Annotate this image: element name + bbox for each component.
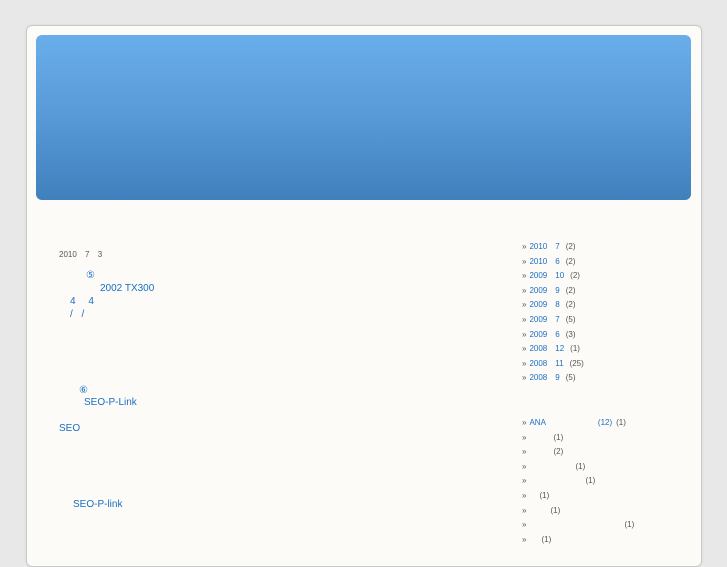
archive-item[interactable]: » 2010 7 (2) xyxy=(522,242,575,251)
archive-month[interactable]: 11 xyxy=(555,359,563,368)
archive-item[interactable]: » 2008 12 (1) xyxy=(522,344,580,353)
archive-item[interactable]: » 2009 7 (5) xyxy=(522,315,575,324)
category-label[interactable]: ANA xyxy=(529,418,545,427)
bullet-icon: » xyxy=(522,520,527,530)
archive-month[interactable]: 9 xyxy=(555,373,559,382)
category-count: (1) xyxy=(541,534,552,544)
archive-year[interactable]: 2008 xyxy=(529,359,547,368)
archive-year[interactable]: 2009 xyxy=(529,286,547,295)
post-date: 2010 7 3 xyxy=(59,250,103,259)
bullet-icon: » xyxy=(522,329,527,339)
archive-count: (5) xyxy=(565,373,576,383)
archive-count: (2) xyxy=(565,242,576,251)
bullet-icon: » xyxy=(522,373,527,383)
bullet-icon: » xyxy=(522,461,527,471)
category-count: (1) xyxy=(624,520,635,530)
bullet-icon: » xyxy=(522,447,527,457)
post-line-glyph-2[interactable]: ⑥ xyxy=(79,385,88,396)
category-item[interactable]: » (2) xyxy=(522,447,563,456)
bullet-icon: » xyxy=(522,256,527,266)
archive-year[interactable]: 2008 xyxy=(529,344,547,353)
archive-year[interactable]: 2009 xyxy=(529,330,547,339)
archive-year[interactable]: 2009 xyxy=(529,300,547,309)
archive-count: (5) xyxy=(565,315,576,324)
archive-month[interactable]: 7 xyxy=(555,315,559,324)
archive-count: (3) xyxy=(565,329,576,339)
archive-month[interactable]: 8 xyxy=(555,300,559,309)
seo-p-link-link[interactable]: SEO-P-Link xyxy=(84,397,137,408)
post-line-product[interactable]: 2002 TX300 xyxy=(100,283,154,294)
seo-p-link-link-2[interactable]: SEO-P-link xyxy=(73,499,122,510)
post-line-slashes[interactable]: / / xyxy=(70,309,84,320)
category-count: (1) xyxy=(575,461,586,471)
category-item[interactable]: » (1) xyxy=(522,476,595,485)
archive-item[interactable]: » 2008 11 (25) xyxy=(522,359,584,368)
bullet-icon: » xyxy=(522,315,527,324)
archive-count: (2) xyxy=(565,256,576,266)
archive-year[interactable]: 2010 xyxy=(529,257,547,266)
bullet-icon: » xyxy=(522,242,527,251)
bullet-icon: » xyxy=(522,418,527,427)
category-item[interactable]: » (1) xyxy=(522,535,551,544)
archive-item[interactable]: » 2009 9 (2) xyxy=(522,286,575,295)
bullet-icon: » xyxy=(522,476,527,486)
bullet-icon: » xyxy=(522,271,527,281)
archive-month[interactable]: 6 xyxy=(555,257,559,266)
archive-month[interactable]: 9 xyxy=(555,286,559,295)
bullet-icon: » xyxy=(522,505,527,515)
archive-month[interactable]: 12 xyxy=(555,344,564,353)
category-count: (1) xyxy=(550,505,561,515)
archive-month[interactable]: 6 xyxy=(555,330,559,339)
category-count: (1) xyxy=(585,476,596,486)
bullet-icon: » xyxy=(522,358,527,368)
archive-item[interactable]: » 2008 9 (5) xyxy=(522,373,575,382)
archive-item[interactable]: » 2009 8 (2) xyxy=(522,300,575,309)
header-banner xyxy=(36,35,691,200)
archive-month[interactable]: 7 xyxy=(555,242,559,251)
archive-count: (2) xyxy=(565,300,576,310)
category-subcount[interactable]: (12) xyxy=(598,418,612,427)
category-count: (1) xyxy=(553,432,564,442)
category-item[interactable]: » ANA (12) (1) xyxy=(522,418,626,427)
category-item[interactable]: » (1) xyxy=(522,520,634,529)
bullet-icon: » xyxy=(522,534,527,544)
archive-item[interactable]: » 2009 10 (2) xyxy=(522,271,580,280)
category-item[interactable]: » (1) xyxy=(522,506,560,515)
category-item[interactable]: » (1) xyxy=(522,433,563,442)
archive-year[interactable]: 2010 xyxy=(529,242,547,251)
category-count: (1) xyxy=(616,418,626,427)
archive-year[interactable]: 2009 xyxy=(529,271,547,280)
category-item[interactable]: » (1) xyxy=(522,462,585,471)
bullet-icon: » xyxy=(522,344,527,354)
archive-count: (2) xyxy=(565,285,576,295)
bullet-icon: » xyxy=(522,300,527,310)
archive-item[interactable]: » 2010 6 (2) xyxy=(522,257,575,266)
category-count: (1) xyxy=(539,491,550,500)
archive-count: (25) xyxy=(569,358,584,368)
category-item[interactable]: » (1) xyxy=(522,491,549,500)
bullet-icon: » xyxy=(522,432,527,442)
seo-link[interactable]: SEO xyxy=(59,423,80,434)
category-count: (2) xyxy=(553,447,564,457)
archive-month[interactable]: 10 xyxy=(555,271,564,280)
archive-item[interactable]: » 2009 6 (3) xyxy=(522,330,575,339)
post-line-glyph-1[interactable]: ⑤ xyxy=(86,270,95,281)
archive-year[interactable]: 2009 xyxy=(529,315,547,324)
post-line-numbers[interactable]: 4 4 xyxy=(70,296,94,307)
archive-year[interactable]: 2008 xyxy=(529,373,547,382)
archive-count: (2) xyxy=(570,271,580,281)
bullet-icon: » xyxy=(522,285,527,295)
archive-count: (1) xyxy=(570,344,580,354)
bullet-icon: » xyxy=(522,491,527,500)
